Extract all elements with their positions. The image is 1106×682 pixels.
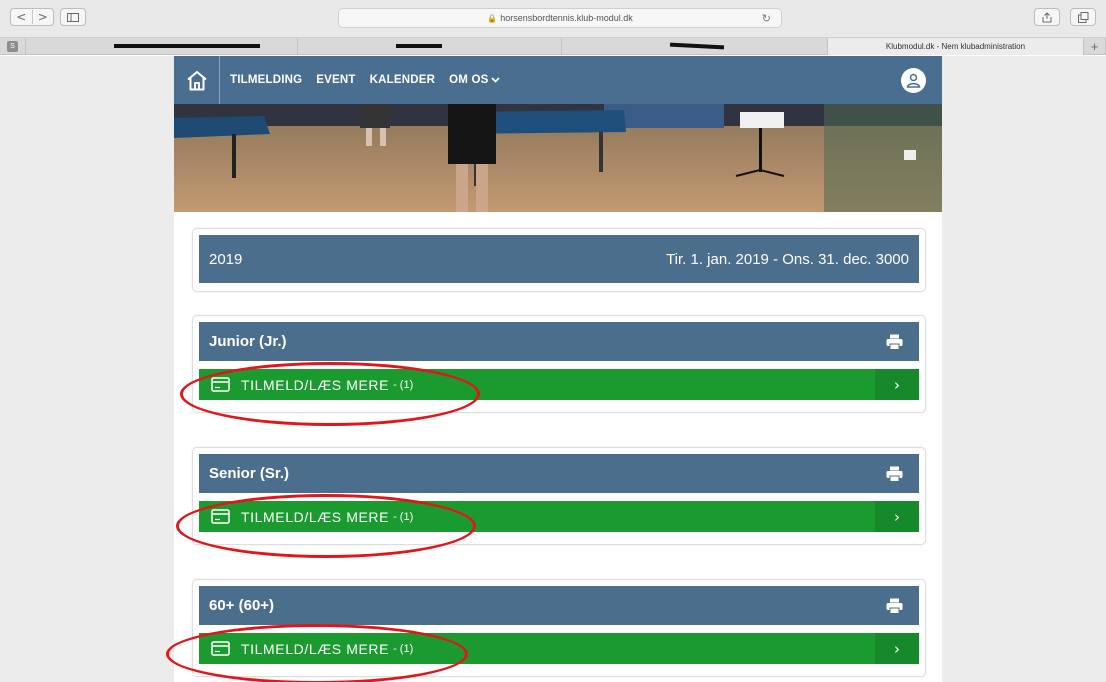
season-card: 2019 Tir. 1. jan. 2019 - Ons. 31. dec. 3… (192, 228, 926, 292)
enroll-count: - (1) (393, 378, 414, 391)
enroll-label: TILMELD/LÆS MERE (241, 508, 390, 525)
enroll-button[interactable]: TILMELD/LÆS MERE - (1) › (199, 369, 919, 400)
redaction-bar (669, 42, 725, 50)
browser-actions (1034, 8, 1096, 26)
chevron-right-icon[interactable]: › (875, 369, 919, 400)
main-menu: TILMELDING EVENT KALENDER OM OS (220, 74, 501, 86)
pinned-tab[interactable]: S (0, 38, 26, 55)
tab-bar: S Klubmodul.dk - Nem klubadministration … (0, 38, 1106, 55)
new-tab-button[interactable]: + (1084, 38, 1106, 55)
tab-active-title: Klubmodul.dk - Nem klubadministration (885, 42, 1026, 51)
nav-event[interactable]: EVENT (316, 74, 355, 86)
favicon-icon: S (7, 41, 18, 52)
ticket-icon (211, 509, 230, 524)
sidebar-toggle-icon[interactable] (60, 8, 86, 26)
print-icon[interactable] (886, 598, 903, 614)
hero-photo (174, 104, 942, 212)
site-container: TILMELDING EVENT KALENDER OM OS 2019 Tir… (174, 56, 942, 682)
group-card: Junior (Jr.) TILMELD/LÆS MERE - (1) › (192, 315, 926, 413)
print-icon[interactable] (886, 334, 903, 350)
tab-redacted-1[interactable] (26, 38, 298, 55)
user-avatar-icon[interactable] (901, 68, 926, 93)
group-name: Senior (Sr.) (209, 465, 290, 482)
chevron-down-icon (491, 75, 501, 86)
back-button[interactable]: < (11, 10, 33, 24)
group-card: Senior (Sr.) TILMELD/LÆS MERE - (1) › (192, 447, 926, 545)
share-icon[interactable] (1034, 8, 1060, 26)
browser-toolbar: < > 🔒 horsensbordtennis.klub-modul.dk ↻ (0, 0, 1106, 38)
nav-tilmelding[interactable]: TILMELDING (230, 74, 302, 86)
tab-active[interactable]: Klubmodul.dk - Nem klubadministration (828, 38, 1084, 55)
enroll-button[interactable]: TILMELD/LÆS MERE - (1) › (199, 501, 919, 532)
redaction-bar (396, 44, 442, 48)
chevron-right-icon[interactable]: › (875, 501, 919, 532)
season-year: 2019 (209, 250, 243, 268)
browser-nav: < > (10, 8, 86, 26)
group-header: Junior (Jr.) (199, 322, 919, 361)
group-header: Senior (Sr.) (199, 454, 919, 493)
nav-om-os-label: OM OS (449, 74, 489, 86)
enroll-count: - (1) (393, 642, 414, 655)
ticket-icon (211, 377, 230, 392)
address-text: horsensbordtennis.klub-modul.dk (500, 13, 633, 23)
group-name: 60+ (60+) (209, 597, 275, 614)
tab-redacted-2[interactable] (298, 38, 562, 55)
home-icon[interactable] (174, 56, 220, 104)
nav-om-os[interactable]: OM OS (449, 74, 501, 86)
tabs-overview-icon[interactable] (1070, 8, 1096, 26)
forward-button[interactable]: > (33, 10, 54, 24)
enroll-count: - (1) (393, 510, 414, 523)
ticket-icon (211, 641, 230, 656)
redaction-bar (114, 44, 260, 48)
tab-redacted-3[interactable] (562, 38, 828, 55)
print-icon[interactable] (886, 466, 903, 482)
enroll-label: TILMELD/LÆS MERE (241, 640, 390, 657)
group-header: 60+ (60+) (199, 586, 919, 625)
history-buttons: < > (10, 8, 54, 26)
top-navigation: TILMELDING EVENT KALENDER OM OS (174, 56, 942, 104)
group-card: 60+ (60+) TILMELD/LÆS MERE - (1) › (192, 579, 926, 677)
season-header: 2019 Tir. 1. jan. 2019 - Ons. 31. dec. 3… (199, 235, 919, 283)
enroll-label: TILMELD/LÆS MERE (241, 376, 390, 393)
group-name: Junior (Jr.) (209, 333, 287, 350)
nav-kalender[interactable]: KALENDER (370, 74, 436, 86)
address-bar[interactable]: 🔒 horsensbordtennis.klub-modul.dk ↻ (338, 8, 782, 28)
chevron-right-icon[interactable]: › (875, 633, 919, 664)
season-date-range: Tir. 1. jan. 2019 - Ons. 31. dec. 3000 (666, 250, 909, 268)
enroll-button[interactable]: TILMELD/LÆS MERE - (1) › (199, 633, 919, 664)
reload-icon[interactable]: ↻ (762, 12, 771, 25)
lock-icon: 🔒 (487, 13, 498, 23)
